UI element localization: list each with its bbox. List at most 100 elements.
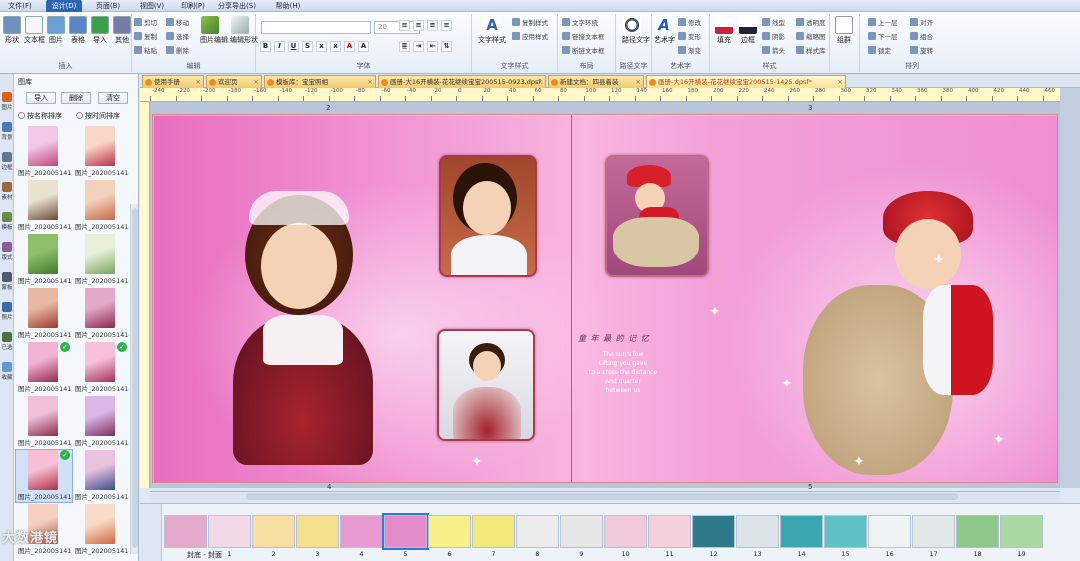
style-library-button[interactable]: 样式库 xyxy=(796,46,826,56)
page-thumb-left[interactable] xyxy=(604,515,647,548)
page-thumb-left[interactable] xyxy=(516,515,559,548)
left-tab-6[interactable]: 蒙板 xyxy=(1,272,13,291)
art-modify-button[interactable]: 修改 xyxy=(678,18,701,28)
left-tab-9[interactable]: 收藏 xyxy=(1,362,13,381)
page-thumb-right[interactable] xyxy=(208,515,251,548)
strike-button[interactable]: S xyxy=(302,41,313,52)
edit-shape-button[interactable]: 编辑形状 xyxy=(230,16,258,45)
text-wrap-button[interactable]: 文字环绕 xyxy=(562,18,598,28)
select-button[interactable]: 选择 xyxy=(166,32,189,42)
scroll-thumb[interactable] xyxy=(246,493,958,500)
textbox-button[interactable]: 文本框 xyxy=(24,16,45,45)
art-transform-button[interactable]: 变形 xyxy=(678,32,701,42)
menu-item-1[interactable]: 设计(D) xyxy=(46,0,82,12)
document-tab[interactable]: 欢迎页 × xyxy=(206,75,262,88)
menu-item-2[interactable]: 页面(B) xyxy=(90,0,126,12)
text-style-button[interactable]: A 文字样式 xyxy=(478,16,506,45)
photo-frame-bottom-left[interactable] xyxy=(437,329,535,441)
page-thumb-right[interactable] xyxy=(912,515,955,548)
page-thumb-right[interactable] xyxy=(560,515,603,548)
cut-button[interactable]: 剪切 xyxy=(134,18,157,28)
font-family-select[interactable] xyxy=(261,21,371,34)
clear-button[interactable]: 清空 xyxy=(98,92,128,104)
thumbnail-button[interactable]: 缩略图 xyxy=(796,32,826,42)
delete-button[interactable]: 删除 xyxy=(61,92,91,104)
canvas-horizontal-scrollbar[interactable] xyxy=(150,491,1060,501)
group-button[interactable]: 组群 xyxy=(834,16,854,45)
menu-item-3[interactable]: 视图(V) xyxy=(134,0,170,12)
align-center-button[interactable]: ≡ xyxy=(413,20,424,31)
spread-thumbnail[interactable]: 12 13 xyxy=(692,515,780,558)
library-thumbnail[interactable]: 图片_2020051414 xyxy=(73,504,129,556)
rotate-button[interactable]: 旋转 xyxy=(910,46,933,56)
left-tab-0[interactable]: 图片 xyxy=(1,92,13,111)
main-photo-right[interactable] xyxy=(803,185,1003,475)
art-gradient-button[interactable]: 渐变 xyxy=(678,46,701,56)
page-thumb-left[interactable] xyxy=(956,515,999,548)
library-thumbnail[interactable]: 图片_2020051414 xyxy=(73,288,129,340)
left-tab-2[interactable]: 边框 xyxy=(1,152,13,171)
menu-item-6[interactable]: 帮助(H) xyxy=(270,0,306,12)
superscript-button[interactable]: x xyxy=(316,41,327,52)
image-edit-button[interactable]: 图片编辑 xyxy=(200,16,228,45)
spread-thumbnail[interactable]: 23 xyxy=(252,515,340,558)
page-thumb-right[interactable] xyxy=(824,515,867,548)
bring-forward-button[interactable]: 上一层 xyxy=(868,18,898,28)
send-backward-button[interactable]: 下一层 xyxy=(868,32,898,42)
menu-item-0[interactable]: 文件(F) xyxy=(2,0,38,12)
document-tab[interactable]: 新建文档：四县着装 × xyxy=(548,75,644,88)
document-tab[interactable]: 模板库：宝宝照相 × xyxy=(264,75,376,88)
document-tab[interactable]: 使用手册 × xyxy=(142,75,204,88)
library-thumbnail[interactable]: 图片_2020051414 xyxy=(73,396,129,448)
close-icon[interactable]: × xyxy=(195,76,201,88)
combine-button[interactable]: 组合 xyxy=(910,32,933,42)
spread-thumbnail[interactable]: 89 xyxy=(516,515,604,558)
page-thumb-left[interactable] xyxy=(428,515,471,548)
spread-thumbnail[interactable]: 67 xyxy=(428,515,516,558)
library-scrollbar[interactable] xyxy=(130,204,138,554)
underline-button[interactable]: U xyxy=(288,41,299,52)
library-thumbnail[interactable]: 图片_2020051414 ✓ xyxy=(16,342,72,394)
other-button[interactable]: 其他 xyxy=(112,16,132,45)
left-tab-8[interactable]: 已选 xyxy=(1,332,13,351)
left-tab-7[interactable]: 照片 xyxy=(1,302,13,321)
italic-button[interactable]: I xyxy=(274,41,285,52)
left-tab-4[interactable]: 模板 xyxy=(1,212,13,231)
scroll-thumb[interactable] xyxy=(132,208,138,548)
subscript-button[interactable]: x xyxy=(330,41,341,52)
art-text-button[interactable]: A 艺术字 xyxy=(654,16,675,45)
table-button[interactable]: 表格 xyxy=(68,16,88,45)
page-thumb-right[interactable] xyxy=(648,515,691,548)
border-button[interactable]: 边框 xyxy=(738,16,758,45)
main-photo-left[interactable] xyxy=(213,165,383,465)
spread-thumbnail[interactable]: 1 xyxy=(164,515,252,558)
arrow-button[interactable]: 箭头 xyxy=(762,46,785,56)
page-thumb-left[interactable] xyxy=(780,515,823,548)
page-thumb-left[interactable] xyxy=(252,515,295,548)
page-thumb-left[interactable] xyxy=(164,515,207,548)
left-tab-1[interactable]: 背景 xyxy=(1,122,13,141)
spread-thumbnail[interactable]: 45 xyxy=(340,513,429,558)
close-icon[interactable]: × xyxy=(367,76,373,88)
outdent-button[interactable]: ⇤ xyxy=(427,41,438,52)
page-thumb-left[interactable] xyxy=(340,515,383,548)
library-thumbnail[interactable]: 图片_2020051414 xyxy=(16,126,72,178)
library-thumbnail[interactable]: 图片_2020051414 xyxy=(16,234,72,286)
page-thumb-right[interactable] xyxy=(1000,515,1043,548)
sort-by-time-radio[interactable]: 按时间排序 xyxy=(76,111,120,121)
page-spread[interactable]: 童 年 最 的 记 忆 The sun's low Lifting you ga… xyxy=(152,114,1058,483)
page-thumb-left[interactable] xyxy=(692,515,735,548)
menu-item-5[interactable]: 分享导出(S) xyxy=(214,0,260,12)
page-thumb-right[interactable] xyxy=(382,513,429,550)
align-button[interactable]: 对齐 xyxy=(910,18,933,28)
page-thumb-left[interactable] xyxy=(868,515,911,548)
library-thumbnail[interactable]: 图片_2020051414 xyxy=(16,288,72,340)
library-thumbnail[interactable]: 图片_2020051414 xyxy=(16,396,72,448)
vertical-text-button[interactable]: ⇅ xyxy=(441,41,452,52)
copy-button[interactable]: 复制 xyxy=(134,32,157,42)
image-button[interactable]: 图片 xyxy=(46,16,66,45)
line-spacing-button[interactable]: ≣ xyxy=(399,41,410,52)
indent-button[interactable]: ⇥ xyxy=(413,41,424,52)
apply-style-button[interactable]: 应用样式 xyxy=(512,32,548,42)
shape-button[interactable]: 形状 xyxy=(2,16,22,45)
